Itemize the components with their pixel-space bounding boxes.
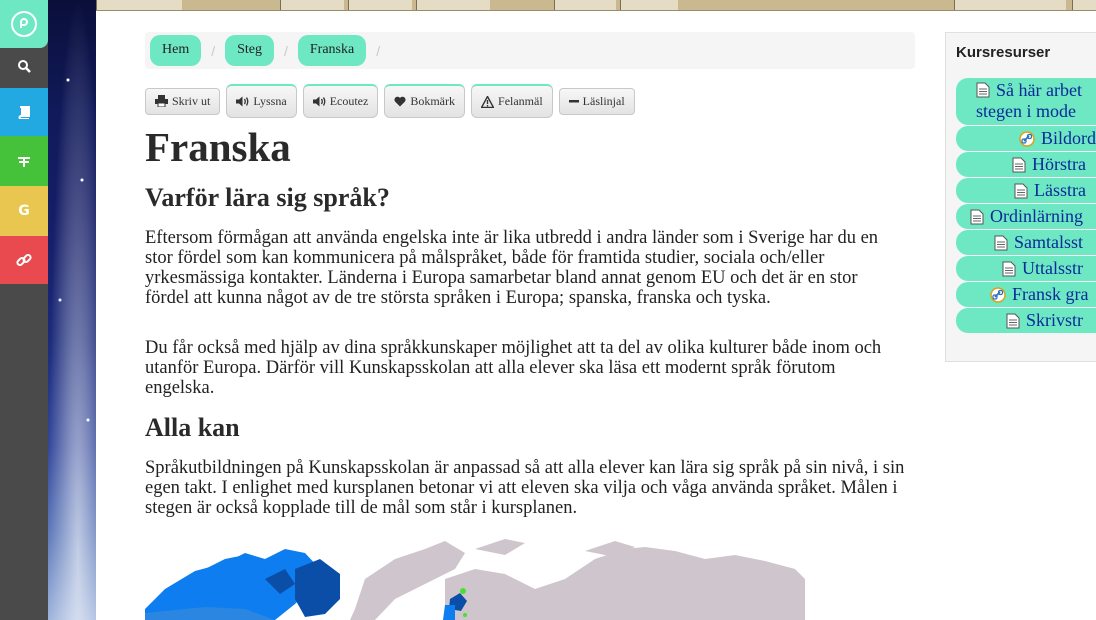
resource-skrivstrategier-label: Skrivstr [1026, 310, 1084, 330]
ecoutez-label: Ecoutez [329, 94, 369, 108]
print-button[interactable]: Skriv ut [145, 87, 221, 115]
main-content: Hem / Steg / Franska / Skriv ut Lyssna E… [96, 11, 1096, 620]
minus-icon [568, 100, 579, 103]
paragraph-3: Språkutbildningen på Kunskapsskolan är a… [145, 458, 905, 518]
document-icon [1014, 183, 1028, 198]
resource-uttalsstrategier-label: Uttalsstr [1022, 258, 1083, 278]
printer-icon [155, 95, 168, 107]
left-icon-bar: G [0, 0, 48, 620]
breadcrumb-franska[interactable]: Franska [297, 35, 367, 66]
g-label: G [18, 203, 30, 219]
breadcrumb: Hem / Steg / Franska / [145, 32, 915, 69]
resource-lasstrategier[interactable]: Lässtra [956, 178, 1096, 203]
resource-fransk-grammatik[interactable]: Fransk gra [956, 282, 1096, 307]
document-icon [970, 209, 984, 224]
page-title: Franska [145, 124, 291, 170]
breadcrumb-separator: / [284, 42, 288, 59]
sidebar-title: Kursresurser [956, 44, 1051, 61]
resource-ordinlarning[interactable]: Ordinlärning [956, 204, 1096, 229]
g-icon[interactable]: G [0, 186, 48, 236]
resource-fransk-grammatik-label: Fransk gra [1012, 284, 1089, 304]
report-label: Felanmäl [498, 94, 543, 108]
resource-horstrategier[interactable]: Hörstra [956, 152, 1096, 177]
heart-icon [394, 96, 406, 107]
warning-icon [481, 95, 495, 108]
logo-ring [11, 11, 37, 37]
world-map-image [145, 529, 805, 620]
resource-how-to-work-line2: stegen i mode [976, 101, 1076, 121]
breadcrumb-separator: / [376, 42, 381, 59]
listen-label: Lyssna [253, 94, 287, 108]
resource-samtalsstrategier[interactable]: Samtalsst [956, 230, 1096, 255]
document-icon [1002, 261, 1016, 276]
resource-bildord[interactable]: Bildord [956, 126, 1096, 151]
resource-bildord-label: Bildord [1041, 128, 1096, 148]
resource-how-to-work-line1: Så här arbet [996, 80, 1082, 100]
speaker-icon [312, 96, 326, 107]
top-cropped-strip [96, 0, 1096, 11]
heading-all-can: Alla kan [145, 413, 240, 442]
paragraph-1: Eftersom förmågan att använda engelska i… [145, 228, 879, 308]
bookmark-label: Bokmärk [410, 94, 456, 108]
ecoutez-button[interactable]: Ecoutez [302, 84, 379, 118]
logo-icon[interactable] [0, 0, 48, 48]
document-icon [1006, 313, 1020, 328]
speaker-icon [236, 96, 249, 107]
steps-icon[interactable] [0, 136, 48, 186]
print-label: Skriv ut [172, 93, 211, 108]
resource-ordinlarning-label: Ordinlärning [990, 206, 1083, 226]
breadcrumb-separator: / [211, 42, 216, 59]
resource-how-to-work[interactable]: Så här arbet stegen i mode [956, 78, 1096, 125]
book-icon[interactable] [0, 88, 48, 136]
breadcrumb-steg[interactable]: Steg [225, 35, 274, 66]
resource-uttalsstrategier[interactable]: Uttalsstr [956, 256, 1096, 281]
toolbar: Skriv ut Lyssna Ecoutez Bokmärk Felanmäl… [145, 83, 641, 119]
resource-samtalsstrategier-label: Samtalsst [1014, 232, 1084, 252]
paragraph-2: Du får också med hjälp av dina språkkuns… [145, 338, 882, 398]
search-icon[interactable] [0, 48, 48, 84]
document-icon [976, 82, 990, 98]
course-resources-panel: Kursresurser Så här arbet stegen i mode … [945, 32, 1096, 362]
document-icon [994, 235, 1008, 250]
document-icon [1012, 157, 1026, 172]
breadcrumb-hem[interactable]: Hem [150, 35, 202, 66]
listen-button[interactable]: Lyssna [226, 84, 297, 118]
resource-lasstrategier-label: Lässtra [1034, 180, 1086, 200]
link-icon [990, 286, 1006, 303]
report-error-button[interactable]: Felanmäl [471, 84, 553, 118]
chain-link-icon[interactable] [0, 236, 48, 284]
reading-line-label: Läslinjal [582, 93, 625, 108]
resource-skrivstrategier[interactable]: Skrivstr [956, 308, 1096, 333]
resource-horstrategier-label: Hörstra [1032, 154, 1086, 174]
link-icon [1019, 130, 1035, 147]
reading-line-button[interactable]: Läslinjal [558, 87, 635, 115]
space-background [48, 0, 96, 620]
heading-why-learn: Varför lära sig språk? [145, 183, 390, 212]
bookmark-button[interactable]: Bokmärk [384, 84, 466, 118]
